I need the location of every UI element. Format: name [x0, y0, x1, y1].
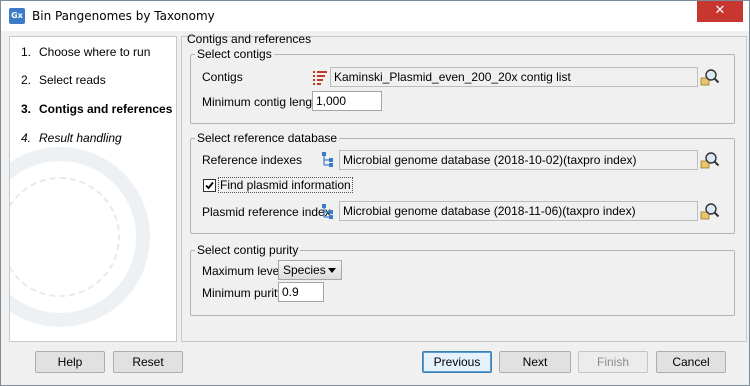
- reset-button[interactable]: Reset: [113, 351, 183, 373]
- reference-database-legend: Select reference database: [195, 131, 340, 145]
- previous-button[interactable]: Previous: [422, 351, 492, 373]
- maximum-level-select[interactable]: Species: [278, 260, 342, 280]
- chevron-down-icon: [328, 268, 336, 273]
- taxonomy-index-icon: [321, 203, 337, 219]
- step-result-handling: 4. Result handling: [21, 131, 122, 145]
- panel-title: Contigs and references: [187, 32, 312, 46]
- find-plasmid-checkbox[interactable]: [203, 179, 216, 192]
- next-button[interactable]: Next: [499, 351, 571, 373]
- contigs-label: Contigs: [202, 70, 243, 84]
- dialog-window: Gx Bin Pangenomes by Taxonomy ✕ 1. Choose…: [0, 0, 750, 386]
- minimum-purity-input[interactable]: 0.9: [278, 282, 324, 302]
- step-choose-where-to-run: 1. Choose where to run: [21, 45, 151, 59]
- title-bar: Gx Bin Pangenomes by Taxonomy ✕: [1, 1, 749, 31]
- cancel-button[interactable]: Cancel: [656, 351, 726, 373]
- close-button[interactable]: ✕: [697, 1, 743, 22]
- minimum-purity-label: Minimum purity: [202, 286, 284, 300]
- min-contig-length-label: Minimum contig length: [202, 95, 323, 109]
- reference-indexes-label: Reference indexes: [202, 153, 303, 167]
- maximum-level-label: Maximum level: [202, 264, 283, 278]
- app-icon: Gx: [9, 8, 25, 24]
- reference-indexes-browse-icon[interactable]: [700, 150, 720, 170]
- contig-purity-group: [190, 250, 735, 316]
- find-plasmid-label[interactable]: Find plasmid information: [218, 177, 353, 193]
- maximum-level-value: Species: [283, 263, 326, 277]
- window-title: Bin Pangenomes by Taxonomy: [32, 9, 215, 23]
- taxonomy-index-icon: [321, 151, 337, 167]
- contigs-field[interactable]: Kaminski_Plasmid_even_200_20x contig lis…: [330, 67, 698, 87]
- wizard-steps-panel: 1. Choose where to run 2. Select reads 3. C…: [9, 36, 177, 342]
- min-contig-length-input[interactable]: 1,000: [312, 91, 382, 111]
- reference-indexes-field[interactable]: Microbial genome database (2018-10-02)(t…: [339, 150, 698, 170]
- select-contigs-legend: Select contigs: [195, 47, 274, 61]
- plasmid-reference-index-label: Plasmid reference index: [202, 205, 331, 219]
- finish-button: Finish: [578, 351, 648, 373]
- step-contigs-and-references: 3. Contigs and references: [21, 102, 173, 116]
- contig-purity-legend: Select contig purity: [195, 243, 301, 257]
- step-select-reads: 2. Select reads: [21, 73, 106, 87]
- select-contigs-group: [190, 54, 735, 124]
- contig-list-icon: [312, 69, 328, 85]
- plasmid-index-browse-icon[interactable]: [700, 201, 720, 221]
- plasmid-reference-index-field[interactable]: Microbial genome database (2018-11-06)(t…: [339, 201, 698, 221]
- contigs-browse-icon[interactable]: [700, 67, 720, 87]
- help-button[interactable]: Help: [35, 351, 105, 373]
